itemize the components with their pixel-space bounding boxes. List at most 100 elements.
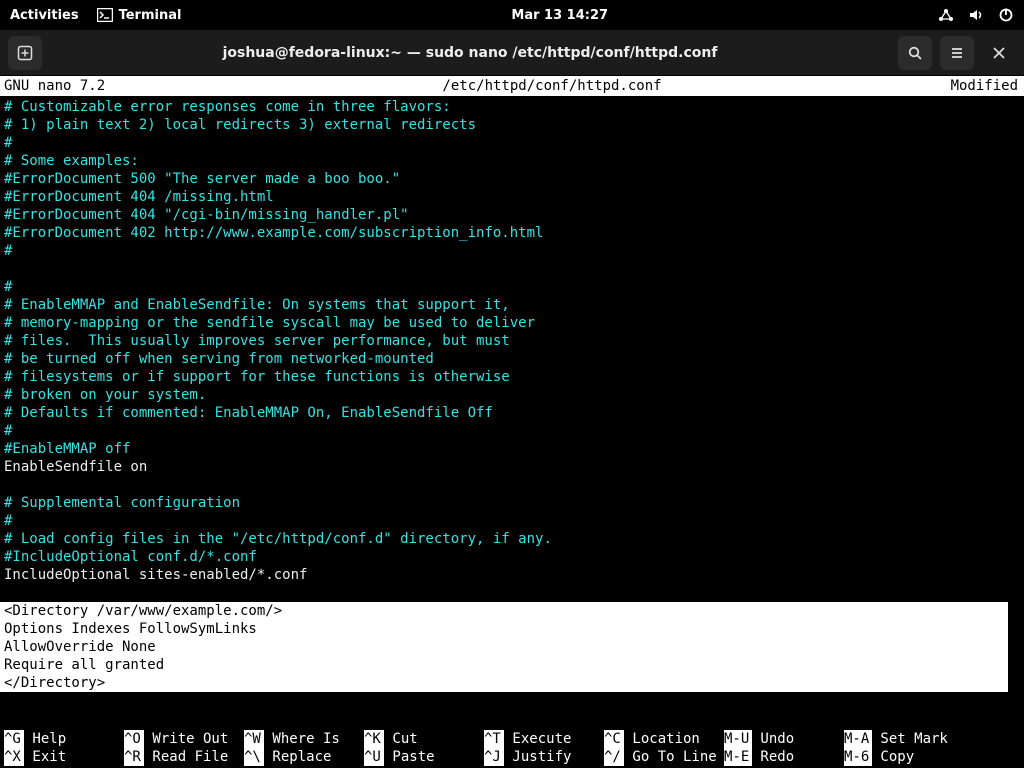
nano-shortcut-key: ^T [484,730,504,748]
nano-shortcut-key: ^J [484,748,504,766]
nano-editor-area[interactable]: # Customizable error responses come in t… [0,96,1024,696]
nano-modified-indicator: Modified [924,78,1024,94]
nano-shortcut-key: ^X [4,748,24,766]
nano-shortcut-key: ^W [244,730,264,748]
editor-line: # [4,242,1020,260]
nano-shortcut: ^\ Replace [244,748,364,766]
nano-shortcut: ^T Execute [484,730,604,748]
nano-shortcut: ^U Paste [364,748,484,766]
active-app-indicator[interactable]: Terminal [97,8,182,23]
nano-version: GNU nano 7.2 [0,78,180,94]
editor-line: #EnableMMAP off [4,440,1020,458]
nano-shortcut-label: Go To Line [624,748,717,766]
editor-line: # [4,422,1020,440]
nano-shortcut-label: Help [24,730,66,748]
editor-line: EnableSendfile on [4,458,1020,476]
nano-shortcut-label: Execute [504,730,571,748]
nano-shortcut: ^J Justify [484,748,604,766]
new-tab-button[interactable] [8,36,42,70]
editor-line: IncludeOptional sites-enabled/*.conf [4,566,1020,584]
nano-shortcut: M-E Redo [724,748,844,766]
nano-shortcut-label: Read File [144,748,228,766]
editor-line: # broken on your system. [4,386,1020,404]
nano-shortcut: ^C Location [604,730,724,748]
nano-shortcut-key: ^/ [604,748,624,766]
nano-shortcut-label: Location [624,730,700,748]
editor-line: # 1) plain text 2) local redirects 3) ex… [4,116,1020,134]
nano-shortcut-key: ^\ [244,748,264,766]
nano-shortcut: ^W Where Is [244,730,364,748]
power-icon[interactable] [998,7,1014,23]
nano-shortcut: ^G Help [4,730,124,748]
nano-shortcut-key: ^U [364,748,384,766]
editor-line [4,584,1020,602]
editor-line: # files. This usually improves server pe… [4,332,1020,350]
editor-line: # be turned off when serving from networ… [4,350,1020,368]
terminal-icon [97,8,113,22]
nano-shortcut-label: Justify [504,748,571,766]
editor-line: # Supplemental configuration [4,494,1020,512]
editor-line: # Defaults if commented: EnableMMAP On, … [4,404,1020,422]
editor-line: AllowOverride None [4,638,1020,656]
editor-line: #ErrorDocument 404 /missing.html [4,188,1020,206]
nano-shortcut-key: M-A [844,730,872,748]
nano-shortcut-label: Redo [752,748,794,766]
nano-shortcut: M-U Undo [724,730,844,748]
nano-shortcut-label: Exit [24,748,66,766]
editor-line: Options Indexes FollowSymLinks [4,620,1020,638]
editor-line: #IncludeOptional conf.d/*.conf [4,548,1020,566]
clock[interactable]: Mar 13 14:27 [181,8,938,23]
nano-shortcut-key: ^K [364,730,384,748]
nano-shortcut-label: Set Mark [872,730,948,748]
nano-shortcut-label: Where Is [264,730,340,748]
editor-line: Require all granted [4,656,1020,674]
network-icon[interactable] [938,8,954,22]
nano-shortcut: ^X Exit [4,748,124,766]
editor-line: # [4,512,1020,530]
editor-line: #ErrorDocument 500 "The server made a bo… [4,170,1020,188]
nano-status-bar: GNU nano 7.2 /etc/httpd/conf/httpd.conf … [0,76,1024,96]
nano-shortcut: ^K Cut [364,730,484,748]
activities-button[interactable]: Activities [10,8,79,23]
editor-line: # EnableMMAP and EnableSendfile: On syst… [4,296,1020,314]
editor-line: # Load config files in the "/etc/httpd/c… [4,530,1020,548]
nano-shortcut: M-6 Copy [844,748,964,766]
editor-line: #ErrorDocument 404 "/cgi-bin/missing_han… [4,206,1020,224]
nano-shortcut-label: Cut [384,730,418,748]
active-app-label: Terminal [119,8,182,23]
nano-shortcut-key: ^R [124,748,144,766]
editor-line [4,260,1020,278]
editor-line: # Some examples: [4,152,1020,170]
nano-shortcut-key: M-E [724,748,752,766]
nano-shortcut-label: Copy [872,748,914,766]
hamburger-menu-button[interactable] [940,36,974,70]
gnome-topbar: Activities Terminal Mar 13 14:27 [0,0,1024,30]
nano-shortcut-bar: ^G Help^O Write Out^W Where Is^K Cut^T E… [4,730,1020,766]
nano-shortcut: M-A Set Mark [844,730,964,748]
nano-shortcut: ^/ Go To Line [604,748,724,766]
terminal-titlebar: joshua@fedora-linux:~ — sudo nano /etc/h… [0,30,1024,76]
nano-shortcut-key: ^C [604,730,624,748]
editor-line: </Directory> [4,674,1020,692]
nano-shortcut-label: Paste [384,748,435,766]
nano-shortcut-key: M-6 [844,748,872,766]
editor-line: # [4,278,1020,296]
editor-line: # Customizable error responses come in t… [4,98,1020,116]
nano-shortcut: ^R Read File [124,748,244,766]
nano-shortcut-key: ^G [4,730,24,748]
search-button[interactable] [898,36,932,70]
close-window-button[interactable] [982,36,1016,70]
editor-line: # memory-mapping or the sendfile syscall… [4,314,1020,332]
editor-line: #ErrorDocument 402 http://www.example.co… [4,224,1020,242]
nano-shortcut-label: Undo [752,730,794,748]
nano-shortcut-label: Replace [264,748,331,766]
nano-shortcut: ^O Write Out [124,730,244,748]
nano-shortcut-key: ^O [124,730,144,748]
nano-shortcut-label: Write Out [144,730,228,748]
editor-line: <Directory /var/www/example.com/> [4,602,1020,620]
editor-line: # filesystems or if support for these fu… [4,368,1020,386]
window-title: joshua@fedora-linux:~ — sudo nano /etc/h… [50,45,890,61]
editor-line [4,476,1020,494]
volume-icon[interactable] [968,8,984,22]
nano-file-path: /etc/httpd/conf/httpd.conf [180,78,924,94]
